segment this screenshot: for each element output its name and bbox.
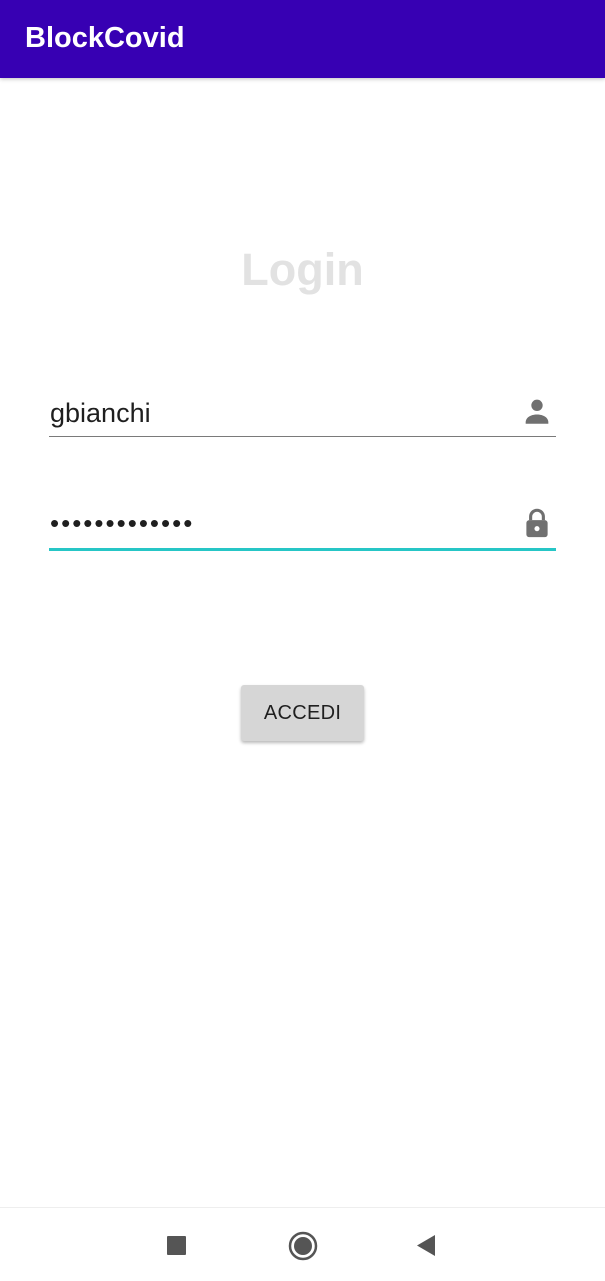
- recents-square-icon[interactable]: [159, 1228, 195, 1264]
- person-icon: [520, 394, 554, 428]
- app-bar: BlockCovid: [0, 0, 605, 78]
- password-value: •••••••••••••: [50, 508, 195, 538]
- home-circle-icon[interactable]: [285, 1228, 321, 1264]
- back-triangle-icon[interactable]: [408, 1228, 444, 1264]
- accedi-button[interactable]: ACCEDI: [241, 685, 364, 741]
- login-heading: Login: [241, 244, 364, 295]
- password-field[interactable]: •••••••••••••: [49, 498, 556, 551]
- username-value: gbianchi: [50, 398, 151, 428]
- app-title: BlockCovid: [25, 22, 185, 54]
- lock-icon: [520, 506, 554, 540]
- username-field[interactable]: gbianchi: [49, 386, 556, 437]
- system-nav-bar: [0, 1207, 605, 1281]
